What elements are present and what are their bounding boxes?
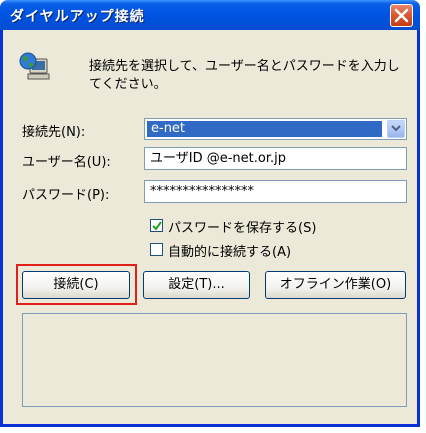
offline-button[interactable]: オフライン作業(O) xyxy=(265,271,406,299)
dropdown-button[interactable] xyxy=(387,120,405,138)
save-password-checkbox[interactable] xyxy=(150,219,163,232)
title-bar[interactable]: ダイヤルアップ接続 xyxy=(0,0,420,30)
dialup-computer-globe-icon xyxy=(19,52,50,80)
chevron-down-icon xyxy=(391,125,401,132)
window-title: ダイヤルアップ接続 xyxy=(10,9,145,25)
username-label: ユーザー名(U): xyxy=(22,155,111,170)
password-label: パスワード(P): xyxy=(22,188,110,203)
auto-connect-checkbox[interactable] xyxy=(150,243,163,256)
destination-value: e-net xyxy=(147,121,382,137)
close-icon xyxy=(394,8,409,23)
password-field[interactable]: **************** xyxy=(144,180,407,203)
destination-select[interactable]: e-net xyxy=(144,118,407,140)
username-field[interactable]: ユーザID @e-net.or.jp xyxy=(144,147,407,170)
instruction-text: 接続先を選択して、ユーザー名とパスワードを入力してください。 xyxy=(89,59,400,92)
dialup-dialog: ダイヤルアップ接続 接続先を選択して、ユーザー名とパスワードを入力してください。… xyxy=(0,0,420,427)
connect-button[interactable]: 接続(C) xyxy=(22,271,130,299)
settings-button[interactable]: 設定(T)... xyxy=(143,271,250,299)
checkmark-icon xyxy=(152,221,162,231)
destination-label: 接続先(N): xyxy=(22,125,86,140)
save-password-label: パスワードを保存する(S) xyxy=(168,221,317,236)
auto-connect-label: 自動的に接続する(A) xyxy=(168,245,292,260)
status-area xyxy=(22,313,407,407)
close-button[interactable] xyxy=(390,4,413,27)
